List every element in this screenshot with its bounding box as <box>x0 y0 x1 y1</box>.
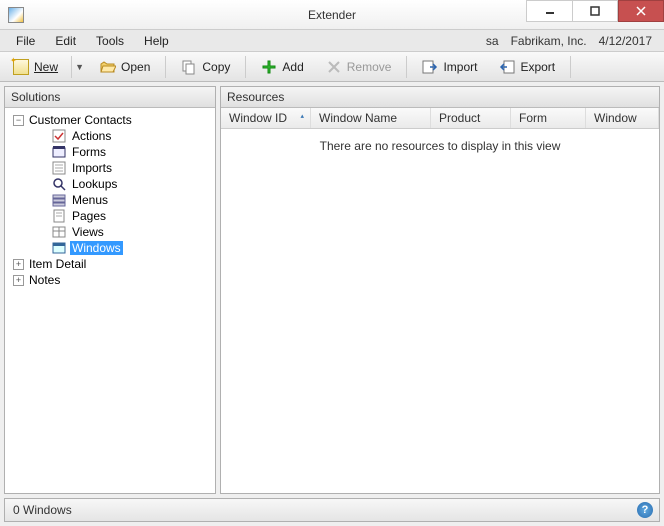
column-headers: Window ID Window Name Product Form Windo… <box>221 108 659 129</box>
export-icon <box>499 59 515 75</box>
menu-edit[interactable]: Edit <box>45 32 86 50</box>
titlebar: Extender <box>0 0 664 30</box>
tree-node-notes[interactable]: + Notes <box>7 272 213 288</box>
col-window-id[interactable]: Window ID <box>221 108 311 128</box>
tree-label: Imports <box>70 161 114 175</box>
col-window-name[interactable]: Window Name <box>311 108 431 128</box>
statusbar: 0 Windows ? <box>4 498 660 522</box>
tree-label: Notes <box>27 273 62 287</box>
tree-label: Views <box>70 225 106 239</box>
tree-label: Forms <box>70 145 108 159</box>
forms-icon <box>51 145 67 159</box>
remove-icon <box>326 59 342 75</box>
lookups-icon <box>51 177 67 191</box>
open-icon <box>100 59 116 75</box>
tree-node-lookups[interactable]: Lookups <box>7 176 213 192</box>
tree-node-item-detail[interactable]: + Item Detail <box>7 256 213 272</box>
import-label: Import <box>443 60 477 74</box>
solutions-panel: Solutions − Customer Contacts Actions Fo… <box>4 86 216 494</box>
import-button[interactable]: Import <box>413 55 486 79</box>
tree-label: Menus <box>70 193 110 207</box>
tree-node-menus[interactable]: Menus <box>7 192 213 208</box>
add-icon <box>261 59 277 75</box>
new-button[interactable]: New <box>4 55 67 79</box>
open-label: Open <box>121 60 150 74</box>
window-title: Extender <box>308 8 356 22</box>
menubar: File Edit Tools Help sa Fabrikam, Inc. 4… <box>0 30 664 52</box>
add-button[interactable]: Add <box>252 55 312 79</box>
open-button[interactable]: Open <box>91 55 159 79</box>
new-label: New <box>34 60 58 74</box>
app-icon <box>8 7 24 23</box>
remove-button: Remove <box>317 55 401 79</box>
tree-node-actions[interactable]: Actions <box>7 128 213 144</box>
menu-help[interactable]: Help <box>134 32 179 50</box>
status-text: 0 Windows <box>5 503 80 517</box>
company-label: Fabrikam, Inc. <box>505 34 593 48</box>
empty-message: There are no resources to display in thi… <box>221 129 659 163</box>
collapse-icon[interactable]: − <box>13 115 24 126</box>
tree-node-windows[interactable]: Windows <box>7 240 213 256</box>
new-icon <box>13 59 29 75</box>
help-icon[interactable]: ? <box>637 502 653 518</box>
col-form[interactable]: Form <box>511 108 586 128</box>
menus-icon <box>51 193 67 207</box>
export-label: Export <box>520 60 555 74</box>
copy-button[interactable]: Copy <box>172 55 239 79</box>
tree-label: Lookups <box>70 177 119 191</box>
expand-icon[interactable]: + <box>13 275 24 286</box>
tree-label: Pages <box>70 209 108 223</box>
tree-label: Windows <box>70 241 123 255</box>
solutions-header: Solutions <box>5 87 215 108</box>
date-label: 4/12/2017 <box>593 34 658 48</box>
import-icon <box>422 59 438 75</box>
copy-label: Copy <box>202 60 230 74</box>
remove-label: Remove <box>347 60 392 74</box>
imports-icon <box>51 161 67 175</box>
maximize-button[interactable] <box>572 0 618 22</box>
tree-label: Customer Contacts <box>27 113 134 127</box>
add-label: Add <box>282 60 303 74</box>
col-window[interactable]: Window <box>586 108 659 128</box>
col-product[interactable]: Product <box>431 108 511 128</box>
tree-label: Item Detail <box>27 257 88 271</box>
minimize-button[interactable] <box>526 0 572 22</box>
menu-file[interactable]: File <box>6 32 45 50</box>
toolbar: New ▼ Open Copy Add Remove Import <box>0 52 664 82</box>
tree-node-forms[interactable]: Forms <box>7 144 213 160</box>
pages-icon <box>51 209 67 223</box>
expand-icon[interactable]: + <box>13 259 24 270</box>
tree-node-customer-contacts[interactable]: − Customer Contacts <box>7 112 213 128</box>
views-icon <box>51 225 67 239</box>
user-label: sa <box>480 34 505 48</box>
tree-node-imports[interactable]: Imports <box>7 160 213 176</box>
actions-icon <box>51 129 67 143</box>
new-dropdown[interactable]: ▼ <box>71 56 87 78</box>
close-button[interactable] <box>618 0 664 22</box>
solutions-tree: − Customer Contacts Actions Forms Import… <box>5 108 215 493</box>
tree-label: Actions <box>70 129 113 143</box>
content: Solutions − Customer Contacts Actions Fo… <box>0 82 664 498</box>
resources-panel: Resources Window ID Window Name Product … <box>220 86 660 494</box>
windows-icon <box>51 241 67 255</box>
tree-node-views[interactable]: Views <box>7 224 213 240</box>
tree-node-pages[interactable]: Pages <box>7 208 213 224</box>
menu-tools[interactable]: Tools <box>86 32 134 50</box>
copy-icon <box>181 59 197 75</box>
resources-header: Resources <box>221 87 659 108</box>
export-button[interactable]: Export <box>490 55 564 79</box>
